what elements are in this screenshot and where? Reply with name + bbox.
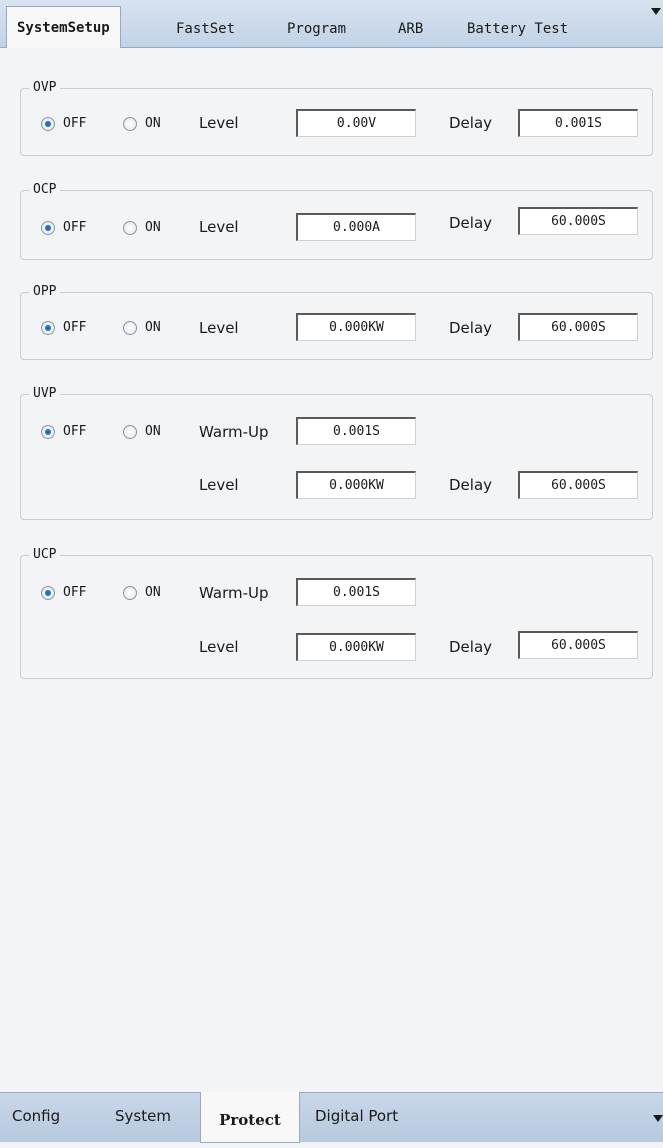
opp-off-radio[interactable] (41, 321, 55, 335)
ovp-delay-label: Delay (449, 114, 493, 132)
ocp-off-label: OFF (63, 220, 87, 235)
ucp-level-label: Level (199, 638, 239, 656)
ovp-title: OVP (29, 79, 61, 97)
ocp-delay-field[interactable]: 60.000S (518, 207, 638, 235)
ucp-level-field[interactable]: 0.000KW (296, 633, 416, 661)
uvp-off-label: OFF (63, 424, 87, 439)
ocp-level-label: Level (199, 218, 239, 236)
tab-config[interactable]: Config (12, 1105, 60, 1127)
tab-system[interactable]: System (115, 1105, 171, 1127)
uvp-delay-label: Delay (449, 476, 493, 494)
opp-delay-label: Delay (449, 319, 493, 337)
ocp-group: OCP OFF ON Level 0.000A Delay 60.000S (20, 181, 653, 260)
ocp-level-field[interactable]: 0.000A (296, 213, 416, 241)
opp-delay-field[interactable]: 60.000S (518, 313, 638, 341)
bottom-tab-bar: Config System Protect Digital Port (0, 1092, 663, 1143)
tab-program[interactable]: Program (287, 18, 346, 40)
ovp-level-label: Level (199, 114, 239, 132)
ucp-off-radio[interactable] (41, 586, 55, 600)
tab-digital-port[interactable]: Digital Port (315, 1105, 398, 1127)
opp-group: OPP OFF ON Level 0.000KW Delay 60.000S (20, 283, 653, 360)
uvp-off-radio[interactable] (41, 425, 55, 439)
opp-on-radio[interactable] (123, 321, 137, 335)
opp-off-label: OFF (63, 320, 87, 335)
ovp-on-radio[interactable] (123, 117, 137, 131)
uvp-warmup-field[interactable]: 0.001S (296, 417, 416, 445)
ocp-delay-label: Delay (449, 214, 493, 232)
ovp-off-radio[interactable] (41, 117, 55, 131)
opp-level-label: Level (199, 319, 239, 337)
ovp-off-label: OFF (63, 116, 87, 131)
ocp-title: OCP (29, 181, 61, 199)
tab-battery-test[interactable]: Battery Test (467, 18, 568, 40)
bottom-tab-overflow-arrow-icon[interactable] (653, 1115, 663, 1122)
ovp-on-label: ON (145, 116, 161, 131)
ucp-off-label: OFF (63, 585, 87, 600)
ucp-group: UCP OFF ON Warm-Up 0.001S Level 0.000KW … (20, 546, 653, 679)
top-tab-bar: SystemSetup FastSet Program ARB Battery … (0, 0, 663, 48)
ucp-delay-field[interactable]: 60.000S (518, 631, 638, 659)
ovp-level-field[interactable]: 0.00V (296, 109, 416, 137)
ovp-delay-field[interactable]: 0.001S (518, 109, 638, 137)
tab-protect[interactable]: Protect (200, 1092, 300, 1143)
ucp-on-label: ON (145, 585, 161, 600)
uvp-on-radio[interactable] (123, 425, 137, 439)
uvp-level-label: Level (199, 476, 239, 494)
ucp-warmup-field[interactable]: 0.001S (296, 578, 416, 606)
tab-systemsetup[interactable]: SystemSetup (6, 6, 121, 48)
ucp-delay-label: Delay (449, 638, 493, 656)
ucp-warmup-label: Warm-Up (199, 584, 269, 602)
tab-fastset[interactable]: FastSet (176, 18, 235, 40)
uvp-delay-field[interactable]: 60.000S (518, 471, 638, 499)
ovp-group: OVP OFF ON Level 0.00V Delay 0.001S (20, 79, 653, 156)
ucp-title: UCP (29, 546, 61, 564)
uvp-level-field[interactable]: 0.000KW (296, 471, 416, 499)
uvp-on-label: ON (145, 424, 161, 439)
tab-arb[interactable]: ARB (398, 18, 423, 40)
uvp-group: UVP OFF ON Warm-Up 0.001S Level 0.000KW … (20, 385, 653, 520)
tab-overflow-arrow-icon[interactable] (651, 8, 661, 15)
opp-on-label: ON (145, 320, 161, 335)
ocp-on-radio[interactable] (123, 221, 137, 235)
uvp-title: UVP (29, 385, 61, 403)
ucp-on-radio[interactable] (123, 586, 137, 600)
uvp-warmup-label: Warm-Up (199, 423, 269, 441)
ocp-on-label: ON (145, 220, 161, 235)
ocp-off-radio[interactable] (41, 221, 55, 235)
opp-level-field[interactable]: 0.000KW (296, 313, 416, 341)
opp-title: OPP (29, 283, 61, 301)
